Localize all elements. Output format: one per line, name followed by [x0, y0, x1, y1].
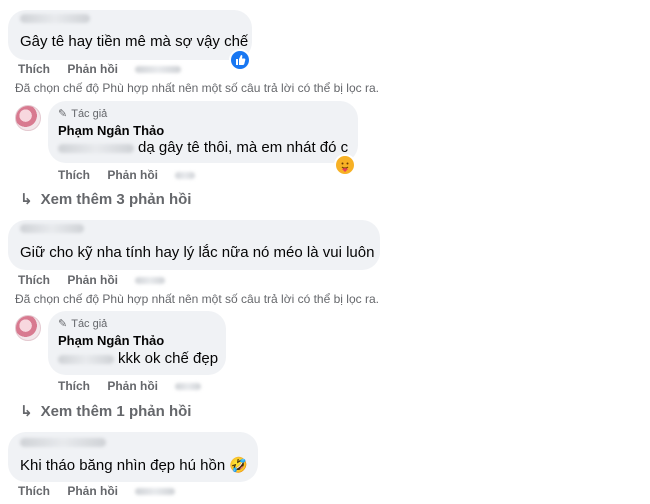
- reply-button[interactable]: Phản hồi: [67, 273, 118, 287]
- reply-actions: Thích Phản hồi: [58, 168, 209, 182]
- comment-bubble: Gây tê hay tiền mê mà sợ vậy chế: [8, 10, 252, 60]
- redacted-commenter-name: [20, 438, 106, 447]
- view-more-replies[interactable]: ↳ Xem thêm 1 phản hồi: [20, 402, 192, 421]
- reply-author-name[interactable]: Phạm Ngân Thảo: [58, 123, 164, 138]
- comment-actions: Thích Phản hồi: [18, 273, 179, 287]
- redacted-timestamp: [135, 66, 182, 74]
- view-more-replies[interactable]: ↳ Xem thêm 3 phản hồi: [20, 190, 192, 209]
- author-badge: ✎ Tác giả: [58, 317, 108, 331]
- avatar[interactable]: [15, 105, 41, 131]
- redacted-timestamp: [135, 277, 166, 285]
- reply-bubble: ✎ Tác giả Phạm Ngân Thảo kkk ok chế đẹp: [48, 311, 226, 375]
- like-button[interactable]: Thích: [58, 379, 90, 393]
- like-button[interactable]: Thích: [18, 484, 50, 498]
- care-reaction-icon[interactable]: [334, 154, 356, 176]
- author-badge-label: Tác giả: [71, 107, 108, 120]
- pencil-icon: ✎: [58, 108, 68, 120]
- reply-arrow-icon: ↳: [20, 403, 33, 420]
- reply-button[interactable]: Phản hồi: [67, 62, 118, 76]
- redacted-timestamp: [135, 488, 176, 496]
- redacted-timestamp: [175, 383, 202, 391]
- comment-actions: Thích Phản hồi: [18, 484, 189, 498]
- reply-button[interactable]: Phản hồi: [67, 484, 118, 498]
- reply-button[interactable]: Phản hồi: [107, 379, 158, 393]
- author-badge-label: Tác giả: [71, 317, 108, 330]
- reply-button[interactable]: Phản hồi: [107, 168, 158, 182]
- view-more-label: Xem thêm 1 phản hồi: [40, 402, 192, 420]
- redacted-timestamp: [175, 172, 196, 180]
- avatar[interactable]: [15, 315, 41, 341]
- like-button[interactable]: Thích: [18, 273, 50, 287]
- redacted-text: [58, 355, 114, 364]
- reply-actions: Thích Phản hồi: [58, 379, 215, 393]
- view-more-label: Xem thêm 3 phản hồi: [40, 190, 192, 208]
- comment-bubble: Giữ cho kỹ nha tính hay lý lắc nữa nó mé…: [8, 220, 380, 270]
- filter-note: Đã chọn chế độ Phù hợp nhất nên một số c…: [15, 292, 379, 306]
- redacted-commenter-name: [20, 14, 90, 23]
- author-badge: ✎ Tác giả: [58, 107, 108, 121]
- like-reaction-icon[interactable]: [229, 49, 251, 71]
- reply-author-name[interactable]: Phạm Ngân Thảo: [58, 333, 164, 348]
- redacted-commenter-name: [20, 224, 84, 233]
- comment-text: Khi tháo băng nhìn đẹp hú hồn 🤣: [20, 457, 249, 474]
- reply-text: dạ gây tê thôi, mà em nhát đó c: [138, 139, 349, 156]
- filter-note: Đã chọn chế độ Phù hợp nhất nên một số c…: [15, 81, 379, 95]
- comment-text: Gây tê hay tiền mê mà sợ vậy chế: [20, 33, 249, 50]
- comment-bubble: Khi tháo băng nhìn đẹp hú hồn 🤣: [8, 432, 258, 482]
- reply-arrow-icon: ↳: [20, 191, 33, 208]
- reply-text: kkk ok chế đẹp: [118, 350, 219, 367]
- redacted-text: [58, 144, 134, 153]
- comment-text: Giữ cho kỹ nha tính hay lý lắc nữa nó mé…: [20, 244, 375, 261]
- reply-bubble: ✎ Tác giả Phạm Ngân Thảo dạ gây tê thôi,…: [48, 101, 358, 163]
- like-button[interactable]: Thích: [58, 168, 90, 182]
- like-button[interactable]: Thích: [18, 62, 50, 76]
- comment-actions: Thích Phản hồi: [18, 62, 195, 76]
- pencil-icon: ✎: [58, 318, 68, 330]
